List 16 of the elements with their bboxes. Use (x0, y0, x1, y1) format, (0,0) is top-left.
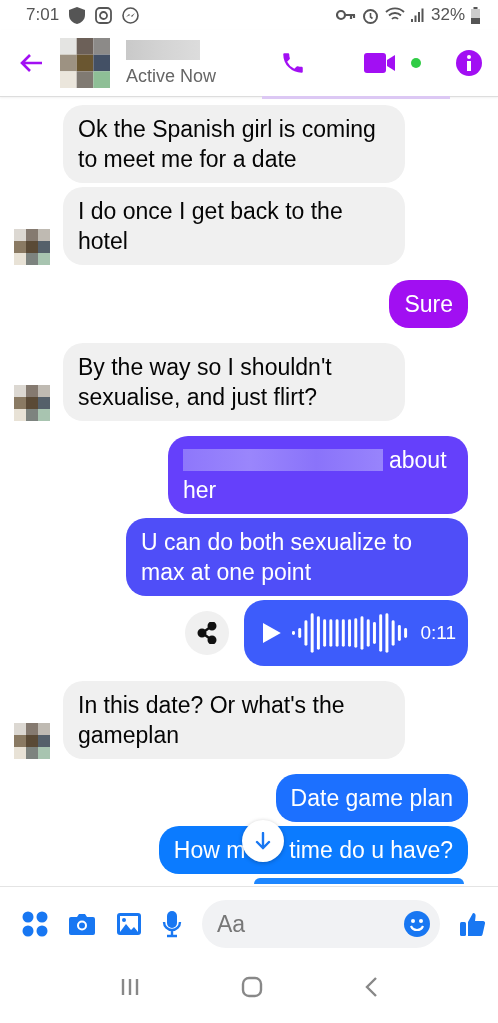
message-text: How m (173, 836, 246, 865)
message-field[interactable]: Aa (202, 900, 440, 948)
voice-message[interactable]: 0:11 (244, 600, 468, 666)
message-bubble: In this date? Or what's the gameplan (63, 681, 405, 759)
message-bubble: U can do both sexualize to max at one point (126, 518, 468, 596)
audio-duration: 0:11 (420, 622, 456, 644)
status-time: 7:01 (26, 5, 60, 25)
active-status: Active Now (126, 65, 218, 87)
message-bubble: Sure (389, 280, 468, 328)
message-bubble: I do once I get back to the hotel (63, 187, 405, 265)
message-bubble: By the way so I shouldn't sexualise, and just flirt? (63, 343, 405, 421)
message-text: time do u have? (289, 836, 453, 865)
message-text: about her (183, 446, 448, 505)
message-bubble: Date game plan (275, 774, 468, 822)
message-bubble: Ok the Spanish girl is coming to meet me for a date (63, 105, 405, 183)
battery-percent: 32% (430, 5, 465, 25)
